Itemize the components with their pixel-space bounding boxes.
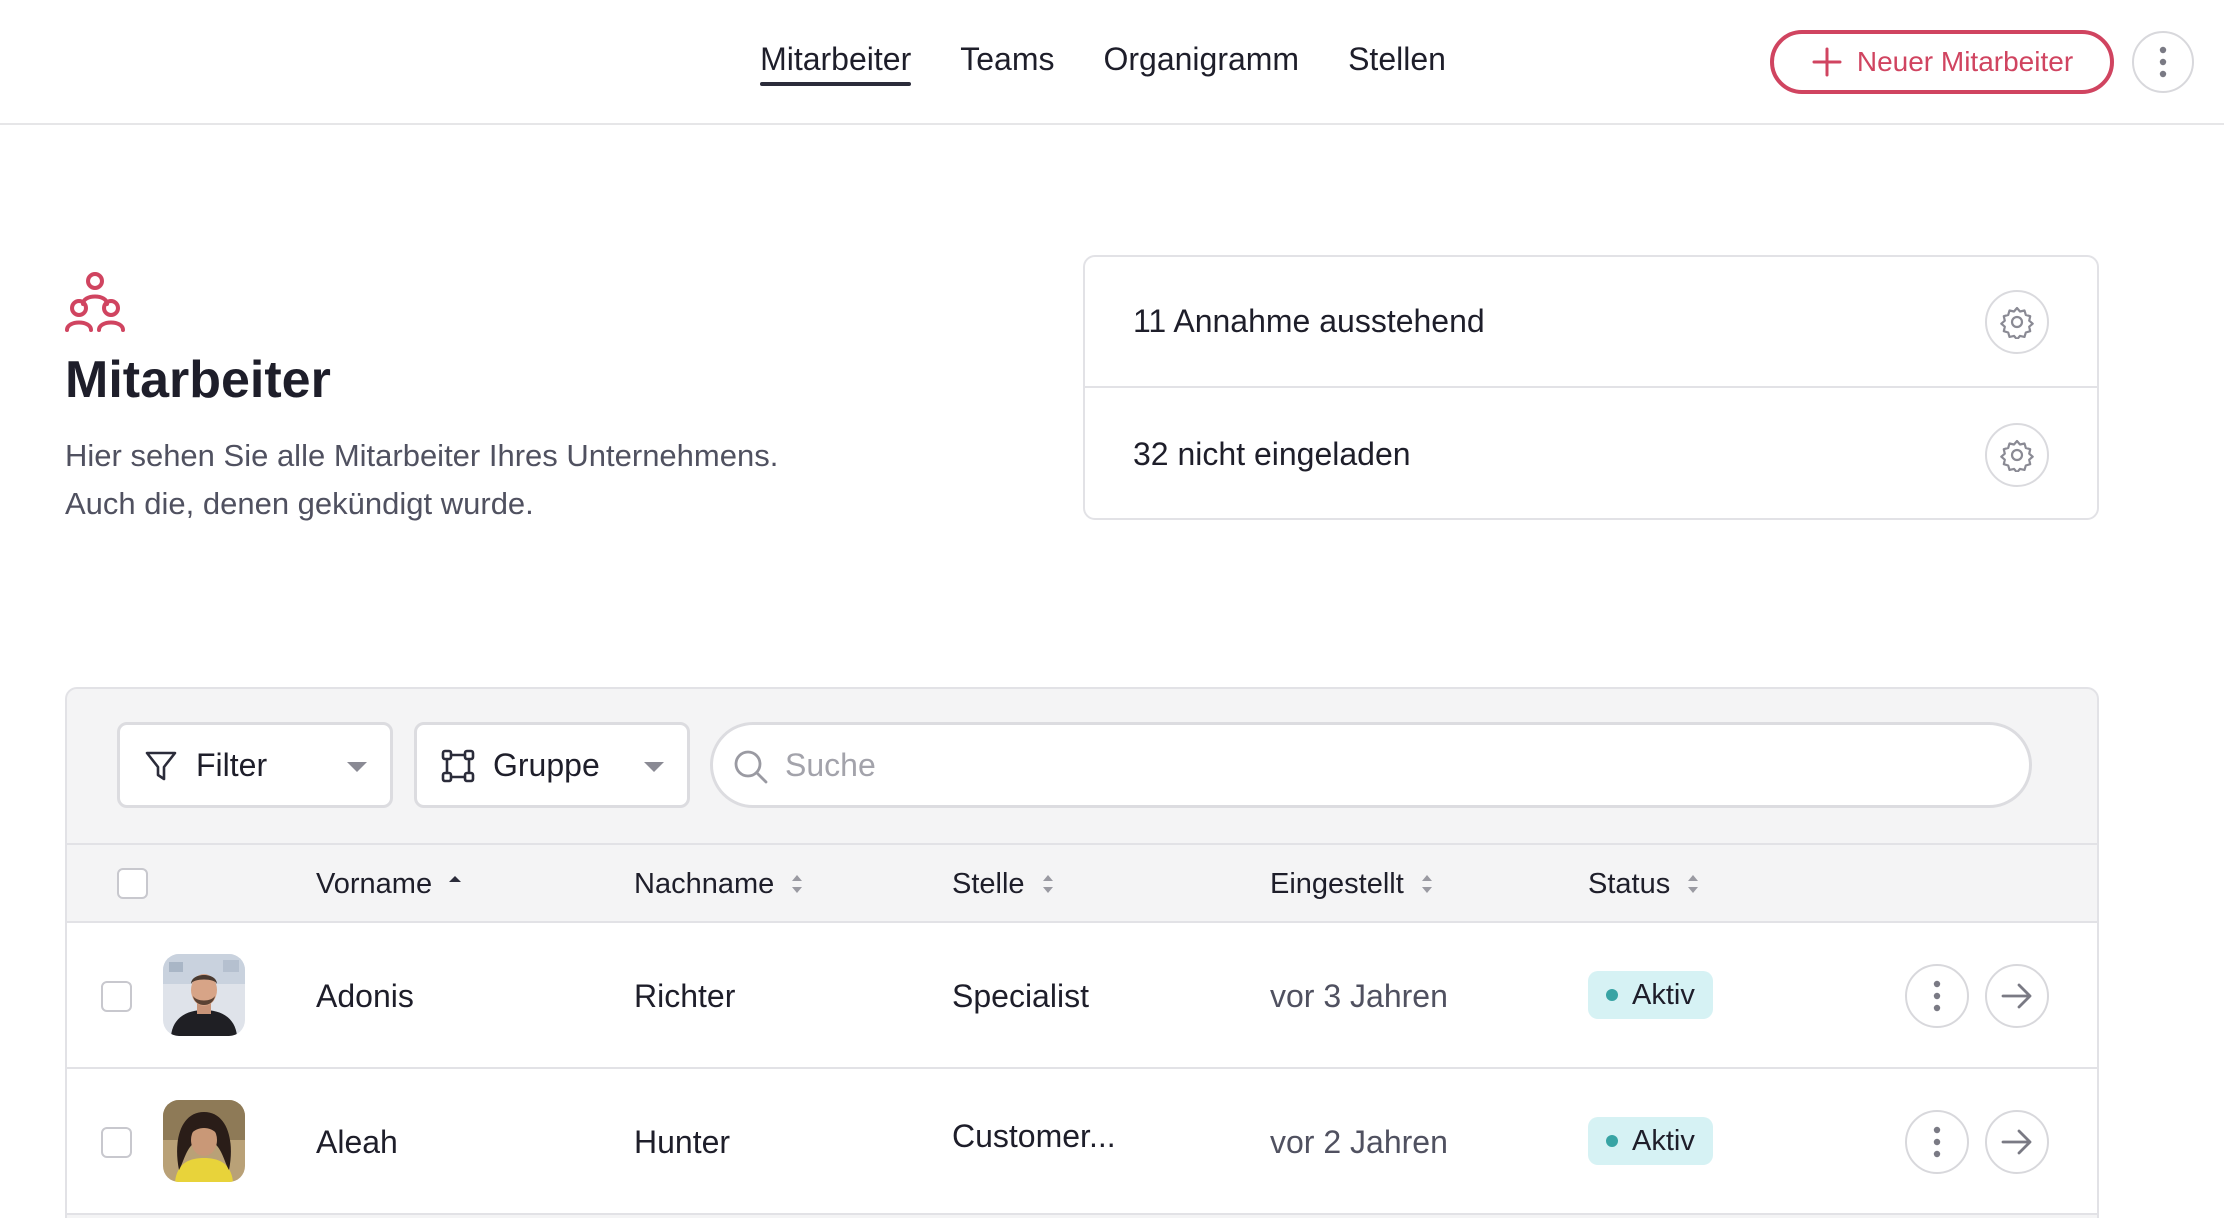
page-description-line-1: Hier sehen Sie alle Mitarbeiter Ihres Un… bbox=[65, 438, 779, 473]
hired-cell: vor 3 Jahren bbox=[1270, 977, 1448, 1014]
group-label: Gruppe bbox=[493, 746, 600, 783]
sort-icon bbox=[1421, 875, 1432, 893]
table-header: Vorname Nachname Stelle Eingestellt Stat… bbox=[67, 843, 2097, 923]
status-label: Aktiv bbox=[1632, 1124, 1695, 1157]
column-header-nachname[interactable]: Nachname bbox=[634, 845, 804, 923]
tab-mitarbeiter[interactable]: Mitarbeiter bbox=[760, 41, 912, 86]
table-row[interactable]: Aleah Hunter Customer... vor 2 Jahren Ak… bbox=[67, 1069, 2097, 1215]
plus-icon bbox=[1812, 47, 1842, 77]
more-options-button[interactable] bbox=[2132, 31, 2194, 93]
row-checkbox[interactable] bbox=[101, 981, 132, 1012]
pending-settings-button[interactable] bbox=[1985, 289, 2049, 354]
gear-icon bbox=[2000, 306, 2034, 339]
page-title: Mitarbeiter bbox=[65, 351, 331, 409]
first-name-cell: Adonis bbox=[316, 977, 414, 1014]
row-more-button[interactable] bbox=[1905, 1110, 1969, 1174]
column-header-eingestellt[interactable]: Eingestellt bbox=[1270, 845, 1434, 923]
status-label: Aktiv bbox=[1632, 978, 1695, 1011]
arrow-right-icon bbox=[2001, 1129, 2032, 1155]
column-header-status[interactable]: Status bbox=[1588, 845, 1700, 923]
chevron-down-icon bbox=[644, 762, 664, 772]
sort-ascending-icon bbox=[449, 876, 462, 882]
tab-stellen[interactable]: Stellen bbox=[1348, 41, 1446, 84]
sort-icon bbox=[792, 875, 803, 893]
status-badge: Aktiv bbox=[1588, 971, 1713, 1019]
group-dropdown[interactable]: Gruppe bbox=[414, 722, 690, 808]
select-all-checkbox[interactable] bbox=[117, 868, 148, 899]
sort-icon bbox=[1042, 875, 1053, 893]
row-open-button[interactable] bbox=[1985, 964, 2049, 1028]
avatar bbox=[163, 1100, 245, 1182]
column-header-stelle[interactable]: Stelle bbox=[952, 845, 1055, 923]
last-name-cell: Richter bbox=[634, 977, 736, 1014]
position-cell: Specialist bbox=[952, 977, 1089, 1014]
status-dot bbox=[1606, 1135, 1618, 1147]
page-description-line-2: Auch die, denen gekündigt wurde. bbox=[65, 486, 534, 521]
arrow-right-icon bbox=[2001, 983, 2032, 1009]
column-label-stelle: Stelle bbox=[952, 867, 1025, 900]
new-employee-button[interactable]: Neuer Mitarbeiter bbox=[1770, 30, 2114, 94]
status-badge: Aktiv bbox=[1588, 1117, 1713, 1165]
position-cell: Customer... bbox=[952, 1117, 1116, 1154]
group-icon bbox=[441, 749, 475, 783]
summary-not-invited-text: 32 nicht eingeladen bbox=[1133, 436, 1411, 472]
nav-tabs: Mitarbeiter Teams Organigramm Stellen bbox=[760, 41, 1446, 86]
summary-row-not-invited: 32 nicht eingeladen bbox=[1085, 389, 2097, 520]
last-name-cell: Hunter bbox=[634, 1123, 731, 1160]
column-label-status: Status bbox=[1588, 867, 1671, 900]
filter-label: Filter bbox=[196, 746, 268, 783]
table-toolbar: Filter Gruppe bbox=[67, 689, 2097, 843]
chevron-down-icon bbox=[347, 762, 367, 772]
tab-organigramm[interactable]: Organigramm bbox=[1103, 41, 1299, 84]
sort-icon bbox=[1688, 875, 1699, 893]
row-more-button[interactable] bbox=[1905, 964, 1969, 1028]
filter-dropdown[interactable]: Filter bbox=[117, 722, 393, 808]
search-icon bbox=[734, 750, 768, 784]
people-group-icon bbox=[65, 272, 125, 332]
first-name-cell: Aleah bbox=[316, 1123, 398, 1160]
summary-row-pending: 11 Annahme ausstehend bbox=[1085, 257, 2097, 388]
top-navigation-bar: Mitarbeiter Teams Organigramm Stellen Ne… bbox=[0, 0, 2224, 125]
new-employee-button-label: Neuer Mitarbeiter bbox=[1856, 46, 2074, 77]
column-label-eingestellt: Eingestellt bbox=[1270, 867, 1404, 900]
summary-pending-text: 11 Annahme ausstehend bbox=[1133, 303, 1485, 339]
filter-icon bbox=[145, 751, 177, 781]
page-description: Hier sehen Sie alle Mitarbeiter Ihres Un… bbox=[65, 432, 965, 528]
column-label-vorname: Vorname bbox=[316, 867, 433, 900]
more-vertical-icon bbox=[1933, 1126, 1941, 1158]
column-label-nachname: Nachname bbox=[634, 867, 775, 900]
status-dot bbox=[1606, 989, 1618, 1001]
gear-icon bbox=[2000, 439, 2034, 472]
table-row[interactable]: Adonis Richter Specialist vor 3 Jahren A… bbox=[67, 923, 2097, 1069]
tab-teams[interactable]: Teams bbox=[960, 41, 1054, 84]
avatar bbox=[163, 954, 245, 1036]
column-header-vorname[interactable]: Vorname bbox=[316, 845, 462, 923]
search-box bbox=[710, 722, 2032, 808]
more-vertical-icon bbox=[2159, 46, 2167, 78]
search-input[interactable] bbox=[785, 735, 1985, 795]
employee-table-panel: Filter Gruppe Vorname Nachname bbox=[65, 687, 2099, 1218]
more-vertical-icon bbox=[1933, 980, 1941, 1012]
row-checkbox[interactable] bbox=[101, 1127, 132, 1158]
hired-cell: vor 2 Jahren bbox=[1270, 1123, 1448, 1160]
row-open-button[interactable] bbox=[1985, 1110, 2049, 1174]
invitation-summary-card: 11 Annahme ausstehend 32 nicht eingelade… bbox=[1083, 255, 2099, 520]
not-invited-settings-button[interactable] bbox=[1985, 422, 2049, 487]
